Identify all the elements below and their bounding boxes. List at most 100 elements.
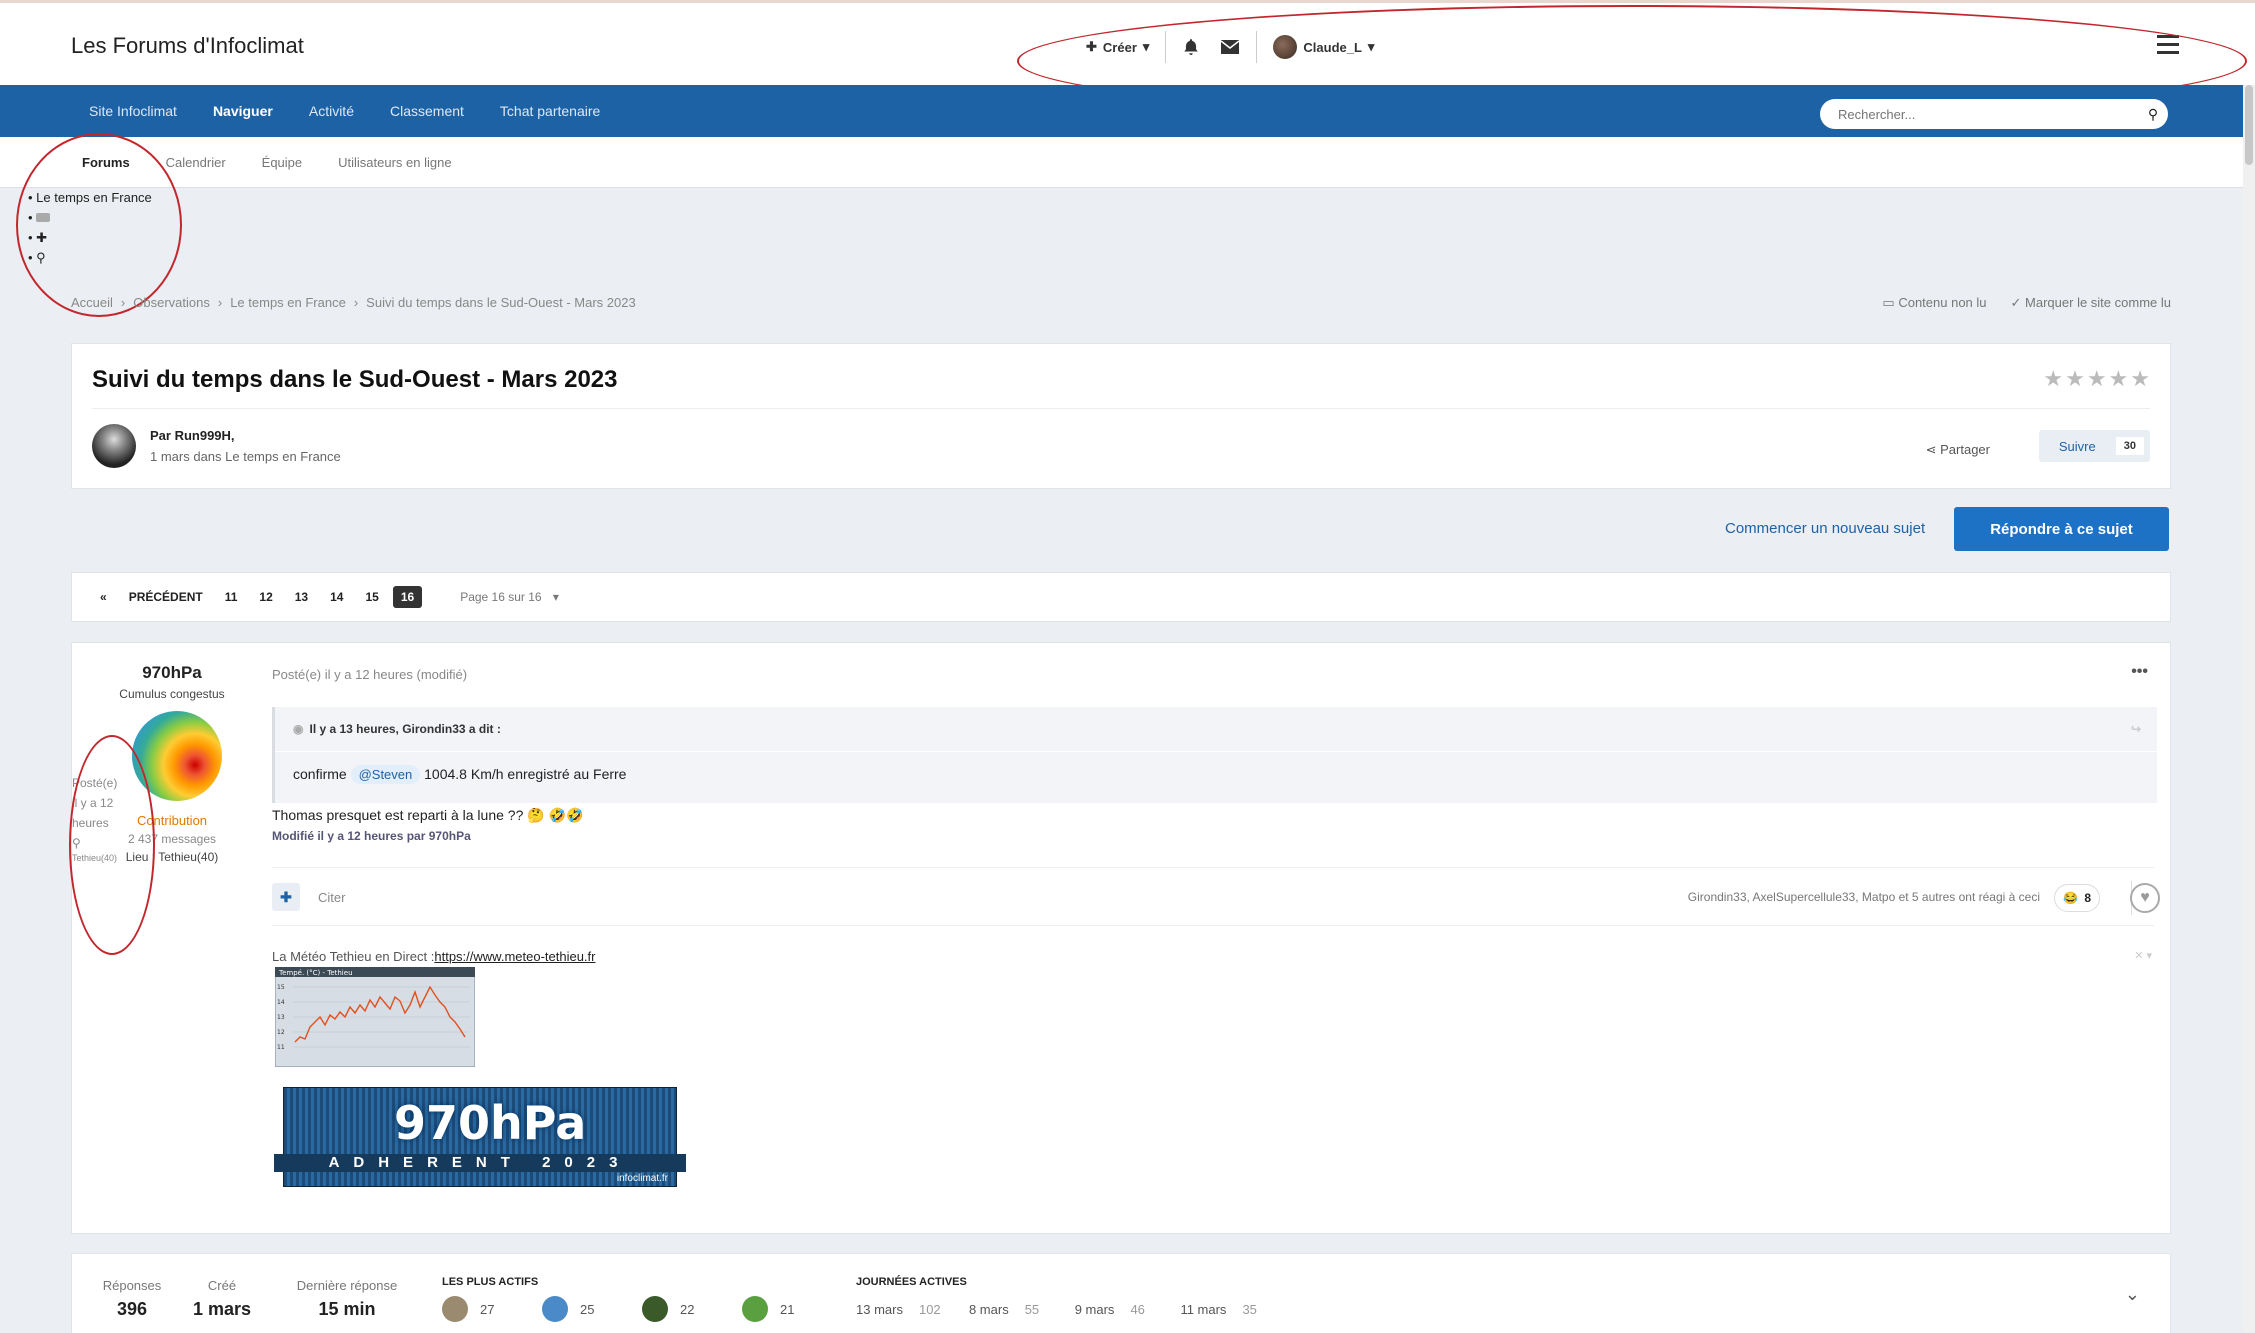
hide-signature-icon[interactable]: ✕ ▾ xyxy=(2134,949,2152,962)
breadcrumb: Accueil › Observations › Le temps en Franc… xyxy=(71,295,636,310)
svg-text:12: 12 xyxy=(277,1029,285,1036)
signature-link[interactable]: https://www.meteo-tethieu.fr xyxy=(434,949,595,964)
search-box: ⚲ xyxy=(1820,99,2168,129)
current-page[interactable]: 16 xyxy=(392,586,423,608)
reply-button[interactable]: Répondre à ce sujet xyxy=(1954,507,2169,551)
breadcrumb-item[interactable]: Le temps en France xyxy=(230,295,346,310)
mobile-bullet-list: Le temps en France ✚ ⚲ xyxy=(28,188,152,268)
go-to-quote-icon[interactable]: ↪ xyxy=(2131,722,2141,736)
svg-text:14: 14 xyxy=(277,999,285,1006)
nav-classement[interactable]: Classement xyxy=(372,103,482,119)
breadcrumb-item[interactable]: Observations xyxy=(133,295,210,310)
create-button[interactable]: ✚ Créer ▾ xyxy=(1070,39,1165,55)
follow-button[interactable]: Suivre 30 xyxy=(2038,430,2150,462)
nav-naviguer[interactable]: Naviguer xyxy=(195,103,291,119)
search-icon[interactable]: ⚲ xyxy=(2138,106,2168,123)
divider xyxy=(272,867,2154,868)
topic-title: Suivi du temps dans le Sud-Ouest - Mars … xyxy=(92,366,618,393)
bullet-plus-icon[interactable]: ✚ xyxy=(28,228,152,248)
site-title[interactable]: Les Forums d'Infoclimat xyxy=(71,33,304,59)
avatar[interactable] xyxy=(542,1296,568,1322)
chevron-right-icon: › xyxy=(353,295,359,310)
avatar[interactable] xyxy=(442,1296,468,1322)
active-day[interactable]: 13 mars xyxy=(856,1302,903,1317)
page-link[interactable]: 15 xyxy=(357,586,386,608)
unread-content-link[interactable]: ▭ Contenu non lu xyxy=(1882,295,1986,311)
banner-subtitle: ADHERENT 2023 xyxy=(274,1154,686,1172)
signature-line: La Météo Tethieu en Direct :https://www.… xyxy=(272,949,596,964)
search-input[interactable] xyxy=(1836,105,2138,123)
reactions-summary[interactable]: Girondin33, AxelSupercellule33, Matpo et… xyxy=(1688,890,2040,904)
svg-text:11: 11 xyxy=(277,1044,285,1051)
active-day[interactable]: 8 mars xyxy=(969,1302,1009,1317)
post: 970hPa Cumulus congestus Contribution 2 … xyxy=(69,642,2171,1234)
post-author-name[interactable]: 970hPa xyxy=(72,663,272,683)
banner-site: infoclimat.fr xyxy=(616,1173,668,1184)
notifications-button[interactable] xyxy=(1166,38,1216,56)
nav-tchat[interactable]: Tchat partenaire xyxy=(482,103,618,119)
chevron-circle-icon: ◉ xyxy=(293,722,304,736)
username: Claude_L xyxy=(1303,39,1362,55)
author-rank: Cumulus congestus xyxy=(119,687,225,701)
nav-activite[interactable]: Activité xyxy=(291,103,372,119)
main-nav: Site Infoclimat Naviguer Activité Classe… xyxy=(0,85,2255,137)
first-page-icon[interactable]: « xyxy=(92,586,115,608)
author-avatar[interactable] xyxy=(132,711,222,801)
side-location: Tethieu(40) xyxy=(72,853,118,863)
graph-title: Tempé. (°C) - Tethieu xyxy=(278,969,353,977)
page-link[interactable]: 14 xyxy=(322,586,351,608)
stat-last-reply: Dernière réponse 15 min xyxy=(296,1278,398,1319)
hamburger-menu-icon[interactable] xyxy=(2157,35,2179,59)
bullet-search-icon[interactable]: ⚲ xyxy=(28,248,152,268)
chevron-down-icon[interactable]: ⌄ xyxy=(2125,1284,2140,1305)
inbox-icon: ▭ xyxy=(1882,295,1895,310)
breadcrumb-item[interactable]: Accueil xyxy=(71,295,113,310)
scrollbar[interactable] xyxy=(2243,85,2255,1332)
reaction-badge[interactable]: 😂 8 xyxy=(2054,884,2100,912)
post-side-meta: Posté(e) il y a 12 heures ⚲ Tethieu(40) xyxy=(72,773,120,863)
prev-page-button[interactable]: PRÉCÉDENT xyxy=(121,586,211,608)
create-label: Créer xyxy=(1102,39,1137,55)
post-date: Posté(e) il y a 12 heures (modifié) xyxy=(272,667,468,682)
messages-button[interactable] xyxy=(1216,39,1256,55)
tab-equipe[interactable]: Équipe xyxy=(244,155,320,170)
quote-button[interactable]: Citer xyxy=(318,890,345,905)
temperature-graph: Tempé. (°C) - Tethieu 15 14 13 12 11 xyxy=(275,967,475,1067)
page-link[interactable]: 12 xyxy=(251,586,280,608)
page-link[interactable]: 11 xyxy=(217,586,246,608)
follow-count: 30 xyxy=(2115,437,2144,455)
breadcrumb-current: Suivi du temps dans le Sud-Ouest - Mars … xyxy=(366,295,636,310)
bullet-unread-icon[interactable] xyxy=(28,208,152,228)
topic-author-name[interactable]: Par Run999H, xyxy=(150,428,341,443)
tab-utilisateurs[interactable]: Utilisateurs en ligne xyxy=(320,155,469,170)
multiquote-plus-icon[interactable]: ✚ xyxy=(272,883,300,911)
new-topic-link[interactable]: Commencer un nouveau sujet xyxy=(1725,520,1925,537)
share-button[interactable]: ⋖ Partager xyxy=(1926,442,1990,458)
page-link[interactable]: 13 xyxy=(287,586,316,608)
active-day[interactable]: 9 mars xyxy=(1075,1302,1115,1317)
page-jump-dropdown[interactable]: Page 16 sur 16 ▾ xyxy=(444,586,567,608)
tab-forums[interactable]: Forums xyxy=(64,155,148,170)
tab-calendrier[interactable]: Calendrier xyxy=(148,155,244,170)
topic-stats: Réponses 396 Créé 1 mars Dernière répons… xyxy=(71,1253,2171,1333)
mention-link[interactable]: @Steven xyxy=(350,765,421,784)
heart-icon[interactable]: ♥ xyxy=(2130,883,2160,913)
nav-site-infoclimat[interactable]: Site Infoclimat xyxy=(71,103,195,119)
avatar xyxy=(1273,35,1298,59)
avatar[interactable] xyxy=(642,1296,668,1322)
laugh-emoji-icon: 😂 xyxy=(2063,891,2079,905)
post-options-icon[interactable]: ••• xyxy=(2131,663,2148,681)
avatar[interactable] xyxy=(742,1296,768,1322)
active-day[interactable]: 11 mars xyxy=(1180,1302,1226,1317)
sub-nav: Forums Calendrier Équipe Utilisateurs en… xyxy=(0,137,2255,188)
user-menu[interactable]: Claude_L ▾ xyxy=(1257,35,1390,59)
bullet-forum-link[interactable]: Le temps en France xyxy=(28,188,152,208)
caret-down-icon: ▾ xyxy=(1367,39,1375,54)
avatar[interactable] xyxy=(92,424,136,468)
topic-header: Suivi du temps dans le Sud-Ouest - Mars … xyxy=(71,343,2171,489)
mark-read-link[interactable]: ✓ Marquer le site comme lu xyxy=(2011,295,2171,311)
caret-down-icon: ▾ xyxy=(1142,39,1150,54)
rating-stars[interactable]: ★★★★★ xyxy=(2043,366,2152,392)
plus-icon: ✚ xyxy=(1086,39,1097,54)
follow-label: Suivre xyxy=(2058,438,2096,454)
